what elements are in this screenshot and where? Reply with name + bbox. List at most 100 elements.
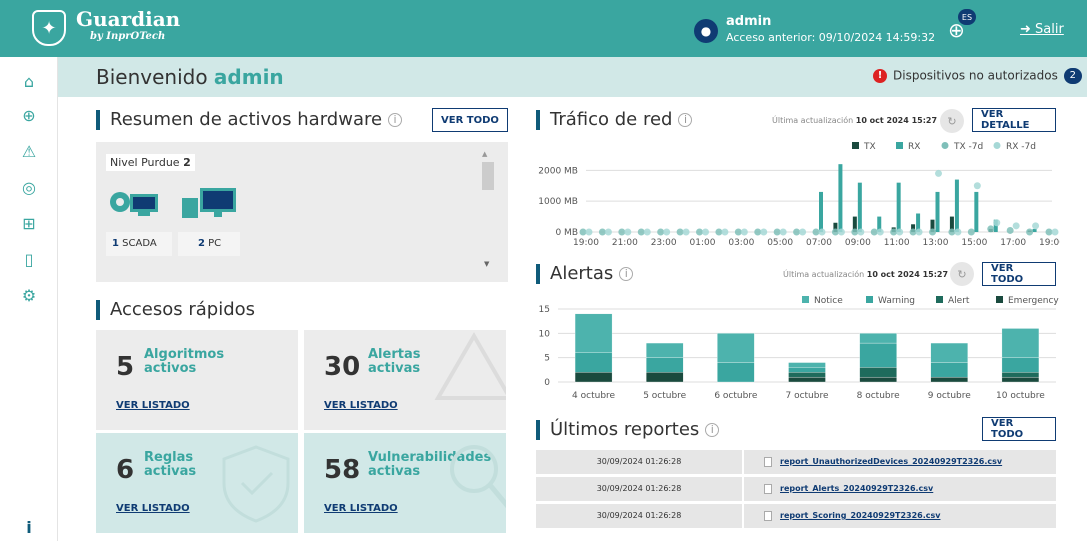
alerts-card[interactable]: 30 Alertas activas VER LISTADO [304,330,506,430]
table-row: 30/09/2024 01:26:28 report_UnauthorizedDe… [536,450,1056,474]
alert-bar-segment [646,342,684,358]
x-tick-label: 9 octubre [928,391,971,401]
alert-bar-segment [930,362,968,378]
alert-bar-segment [859,342,897,368]
rules-card[interactable]: 6 Reglas activas VER LISTADO [96,433,298,533]
alert-bar-segment [646,372,684,383]
x-tick-label: 4 octubre [572,391,615,401]
table-row: 30/09/2024 01:26:28 report_Alerts_2024092… [536,477,1056,501]
scroll-up-icon[interactable]: ▲ [482,150,487,158]
x-tick-label: 09:00 [845,238,871,248]
info-icon[interactable]: i [678,113,693,127]
info-icon[interactable]: i [705,423,720,437]
x-tick-label: 01:00 [690,238,716,248]
algorithms-list-link[interactable]: VER LISTADO [116,400,190,411]
tx7d-point [618,228,626,236]
algorithms-label-line2: activos [144,361,197,376]
x-tick-label: 07:00 [806,238,832,248]
settings-icon[interactable]: ⚙ [18,285,40,307]
reports-view-all-button[interactable]: VER TODO [982,417,1056,441]
alerts-list-link[interactable]: VER LISTADO [324,400,398,411]
rx7d-point [1051,228,1059,236]
pc-icon[interactable] [180,186,240,218]
tx7d-point [929,228,936,236]
quick-access-title: Accesos rápidos [96,300,255,320]
unauthorized-devices-link[interactable]: ! Dispositivos no autorizados 2 [873,68,1082,84]
legend-label: TX [863,142,876,152]
rx7d-point [876,228,884,236]
vulnerabilities-card[interactable]: 58 Vulnerabilidades activas VER LISTADO [304,433,506,533]
language-badge[interactable]: ES [958,9,976,25]
report-date: 30/09/2024 01:26:28 [536,477,742,501]
x-tick-label: 19:00 [1039,238,1060,248]
info-icon[interactable]: i [18,517,40,539]
alerts-chart: Notice Warning Alert Emergency 0 5 10 15 4 octub… [539,296,1059,401]
alert-bar-segment [1001,328,1040,358]
legend-swatch [852,142,859,149]
table-row: 30/09/2024 01:26:28 report_Scoring_202409… [536,504,1056,528]
logout-button[interactable]: ➜ Salir [1020,22,1064,37]
x-tick-label: 21:00 [612,238,638,248]
last-access: Acceso anterior: 09/10/2024 14:59:32 [726,31,936,44]
alert-bar-segment [717,333,755,363]
traffic-refresh-icon[interactable]: ↻ [940,109,964,133]
rx-bar [819,191,823,232]
user-avatar-icon[interactable]: ● [694,19,718,43]
info-icon[interactable]: i [619,267,634,281]
info-icon[interactable]: i [388,113,403,127]
algorithms-card[interactable]: 5 Algoritmos activos VER LISTADO [96,330,298,430]
rx-bar [857,182,862,232]
tx7d-point [967,228,975,236]
warning-icon[interactable]: ⚠ [18,141,40,163]
pc-count-value: 2 [198,238,205,249]
document-icon[interactable]: ▯ [18,249,40,271]
y-tick-label: 0 [544,378,550,388]
tx7d-point [890,228,898,236]
report-file-link[interactable]: report_Scoring_20240929T2326.csv [744,504,1056,528]
dropdown-chevron-icon[interactable]: ▼ [484,260,489,268]
traffic-updated-prefix: Última actualización [772,116,854,125]
rules-list-link[interactable]: VER LISTADO [116,503,190,514]
legend-label: RX [908,142,920,152]
radar-icon[interactable]: ◎ [18,177,40,199]
network-icon[interactable]: ⊞ [18,213,40,235]
pc-count[interactable]: 2 PC [178,232,240,256]
report-file-link[interactable]: report_Alerts_20240929T2326.csv [744,477,1056,501]
rx7d-point [779,228,787,236]
tx7d-point [1045,228,1053,236]
tx7d-point [637,228,645,236]
welcome-text: Bienvenido [96,65,214,89]
hardware-view-all-button[interactable]: VER TODO [432,108,508,132]
home-icon[interactable]: ⌂ [18,71,40,93]
y-tick-label: 1000 MB [538,197,578,207]
alerts-view-all-button[interactable]: VER TODO [982,262,1056,286]
magnifier-watermark-icon [450,445,506,509]
vulnerabilities-list-link[interactable]: VER LISTADO [324,503,398,514]
rx7d-point [585,228,593,236]
user-name[interactable]: admin [726,14,771,29]
globe-icon[interactable]: ⊕ [18,105,40,127]
scada-count[interactable]: 1 SCADA [106,232,172,256]
tx7d-point [870,228,878,236]
rules-label: Reglas activas [144,451,196,479]
alerts-refresh-icon[interactable]: ↻ [950,262,974,286]
algorithms-label: Algoritmos activos [144,348,224,376]
rx7d-point [682,228,690,236]
report-file-name: report_Alerts_20240929T2326.csv [780,484,934,493]
tx7d-point [812,228,820,236]
reports-title: Últimos reportes i [536,420,720,440]
legend-label: Notice [814,296,843,306]
scrollbar-thumb[interactable] [482,162,494,190]
traffic-updated-time: 10 oct 2024 15:27 [855,116,938,125]
x-tick-label: 17:00 [1000,238,1026,248]
tx7d-point [715,228,723,236]
alert-bar-segment [646,357,684,373]
rx7d-point [993,219,1001,227]
legend-swatch [896,142,903,149]
welcome-user: admin [213,65,284,89]
alert-bar-segment [1001,376,1040,383]
y-tick-label: 10 [539,329,551,339]
scada-icon[interactable] [108,188,168,218]
report-file-link[interactable]: report_UnauthorizedDevices_20240929T2326… [744,450,1056,474]
traffic-detail-button[interactable]: VER DETALLE [972,108,1056,132]
